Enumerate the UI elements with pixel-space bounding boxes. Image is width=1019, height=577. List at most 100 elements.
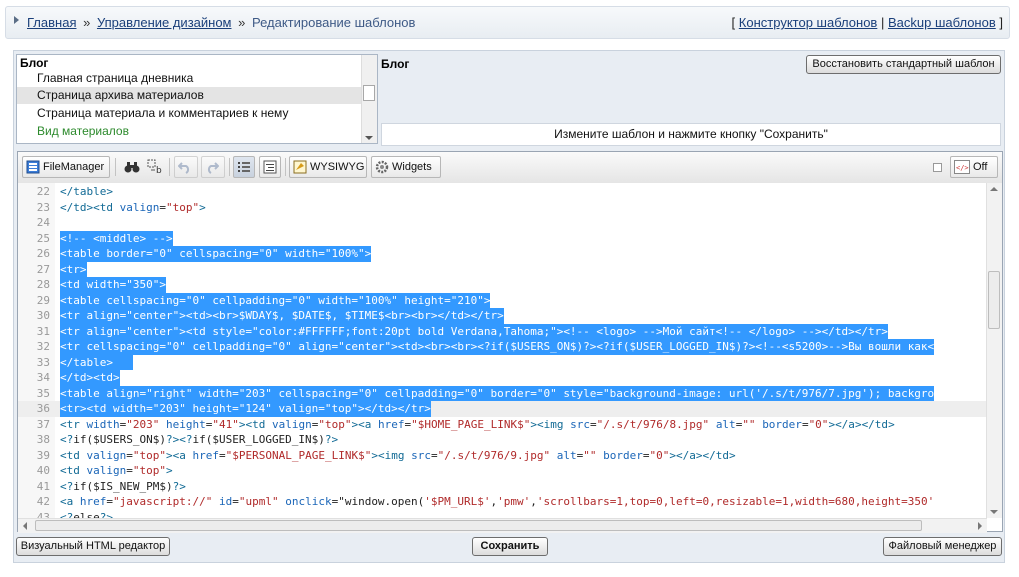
code-line[interactable]: 29 <table cellspacing="0" cellpadding="0"… bbox=[18, 292, 986, 308]
top-links: [ Конструктор шаблонов | Backup шаблонов… bbox=[732, 15, 1003, 30]
code-line[interactable]: 36 <tr><td width="203" height="124" valig… bbox=[18, 401, 986, 417]
template-option-selected[interactable]: Страница архива материалов bbox=[17, 87, 363, 104]
line-number: 36 bbox=[36, 402, 50, 415]
line-number: 32 bbox=[36, 340, 50, 353]
template-option[interactable]: Вид материалов bbox=[17, 123, 363, 140]
save-button[interactable]: Сохранить bbox=[472, 537, 548, 556]
editor-horizontal-scrollbar[interactable] bbox=[18, 518, 987, 533]
code-text: <td width="350"> bbox=[60, 277, 166, 293]
line-number: 31 bbox=[36, 324, 50, 338]
code-text: <?if($IS_NEW_PM$)?> bbox=[60, 479, 186, 493]
scroll-left-arrow-icon[interactable] bbox=[23, 522, 27, 530]
code-line[interactable]: 28 <td width="350"> bbox=[18, 277, 986, 293]
wysiwyg-button[interactable]: WYSIWYG bbox=[289, 156, 367, 178]
code-area[interactable]: 22 </table> 23 </td><td valign="top"> 24 25 <!… bbox=[18, 183, 987, 518]
toolbar-divider bbox=[285, 158, 286, 176]
line-number: 23 bbox=[36, 200, 50, 214]
template-option[interactable]: Страница материала и комментариев к нему bbox=[17, 105, 363, 122]
vertical-scroll-thumb[interactable] bbox=[988, 271, 1000, 329]
code-line[interactable]: 23 </td><td valign="top"> bbox=[18, 200, 986, 216]
code-text: <?if($USERS_ON$)?><?if($USER_LOGGED_IN$)… bbox=[60, 433, 339, 446]
scroll-right-arrow-icon[interactable] bbox=[978, 522, 982, 530]
code-line[interactable]: 24 bbox=[18, 215, 986, 231]
bracket-open: [ bbox=[731, 15, 736, 30]
code-line[interactable]: 32 <tr cellspacing="0" cellpadding="0" al… bbox=[18, 339, 986, 355]
code-line[interactable]: 37 <tr width="203" height="41"><td valign… bbox=[18, 417, 986, 433]
line-number: 29 bbox=[36, 293, 50, 307]
code-text: <tr align="center"><td><br>$WDAY$, $DATE… bbox=[60, 308, 504, 324]
toolbar-divider bbox=[115, 158, 116, 176]
replace-tool-button[interactable]: b bbox=[143, 156, 165, 178]
listbox-scrollbar[interactable] bbox=[361, 55, 377, 143]
horizontal-scroll-thumb[interactable] bbox=[35, 520, 922, 531]
scroll-down-arrow-icon[interactable] bbox=[990, 510, 998, 514]
visual-html-editor-button[interactable]: Визуальный HTML редактор bbox=[16, 537, 170, 556]
code-line[interactable]: 43 <?else?> bbox=[18, 510, 986, 519]
code-line[interactable]: 39 <td valign="top"><a href="$PERSONAL_PA… bbox=[18, 448, 986, 464]
line-number: 30 bbox=[36, 309, 50, 322]
code-text: <table border="0" cellspacing="0" width=… bbox=[60, 246, 372, 262]
search-tool-button[interactable] bbox=[120, 156, 140, 178]
indent-icon bbox=[263, 160, 277, 174]
code-line[interactable]: 35 <table align="right" width="203" cells… bbox=[18, 385, 986, 401]
wysiwyg-icon bbox=[293, 160, 307, 174]
template-listbox[interactable]: Блог Главная страница дневника Страница … bbox=[16, 54, 378, 144]
line-number: 35 bbox=[36, 386, 50, 400]
line-number: 24 bbox=[36, 216, 50, 229]
line-number: 43 bbox=[36, 510, 50, 519]
code-text: </td><td valign="top"> bbox=[60, 200, 206, 214]
redo-button[interactable] bbox=[201, 156, 225, 178]
code-text: <!-- <middle> --> bbox=[60, 230, 173, 246]
code-line[interactable]: 31 <tr align="center"><td style="color:#F… bbox=[18, 323, 986, 339]
wrap-toggle[interactable] bbox=[259, 156, 281, 178]
code-text: </table> bbox=[60, 354, 133, 370]
breadcrumb: Главная » Управление дизайном » Редактир… bbox=[27, 15, 415, 30]
template-group-label: Блог bbox=[20, 56, 49, 70]
line-number: 26 bbox=[36, 247, 50, 260]
line-numbers-icon bbox=[238, 162, 250, 173]
undo-button[interactable] bbox=[174, 156, 198, 178]
code-line[interactable]: 40 <td valign="top"> bbox=[18, 463, 986, 479]
editor-vertical-scrollbar[interactable] bbox=[986, 183, 1002, 518]
code-line[interactable]: 30 <tr align="center"><td><br>$WDAY$, $DA… bbox=[18, 308, 986, 324]
breadcrumb-design-link[interactable]: Управление дизайном bbox=[97, 15, 232, 30]
off-label: Off bbox=[973, 161, 988, 173]
line-numbers-toggle[interactable] bbox=[233, 156, 255, 178]
code-editor: FileManager b WYSIWYG Widgets </> Off 22… bbox=[17, 151, 1003, 533]
template-constructor-link[interactable]: Конструктор шаблонов bbox=[739, 15, 878, 30]
code-text: <a href="javascript://" id="upml" onclic… bbox=[60, 495, 935, 508]
code-line[interactable]: 27 <tr> bbox=[18, 261, 986, 277]
line-number: 33 bbox=[36, 355, 50, 369]
code-line[interactable]: 25 <!-- <middle> --> bbox=[18, 230, 986, 246]
file-manager-icon bbox=[26, 160, 40, 174]
scroll-up-arrow-icon[interactable] bbox=[990, 187, 998, 191]
line-number: 42 bbox=[36, 495, 50, 508]
code-line[interactable]: 33 </table> bbox=[18, 354, 986, 370]
gear-icon bbox=[375, 160, 389, 174]
code-line[interactable]: 42 <a href="javascript://" id="upml" oncl… bbox=[18, 494, 986, 510]
line-number: 34 bbox=[36, 371, 50, 384]
widgets-button[interactable]: Widgets bbox=[371, 156, 441, 178]
restore-default-template-button[interactable]: Восстановить стандартный шаблон bbox=[806, 55, 1001, 74]
redo-icon bbox=[207, 162, 219, 174]
backup-templates-link[interactable]: Backup шаблонов bbox=[888, 15, 996, 30]
code-text: <tr> bbox=[60, 261, 87, 277]
listbox-scroll-thumb[interactable] bbox=[363, 85, 375, 101]
scroll-down-arrow-icon[interactable] bbox=[365, 136, 373, 140]
file-manager-tool-button[interactable]: FileManager bbox=[22, 156, 110, 178]
code-line[interactable]: 26 <table border="0" cellspacing="0" widt… bbox=[18, 246, 986, 262]
line-number: 28 bbox=[36, 278, 50, 291]
syntax-off-button[interactable]: </> Off bbox=[950, 156, 998, 178]
toolbar-divider bbox=[169, 158, 170, 176]
line-number: 37 bbox=[36, 417, 50, 431]
code-text: <table align="right" width="203" cellspa… bbox=[60, 385, 935, 401]
breadcrumb-home-link[interactable]: Главная bbox=[27, 15, 76, 30]
file-manager-button[interactable]: Файловый менеджер bbox=[883, 537, 1002, 556]
code-line[interactable]: 41 <?if($IS_NEW_PM$)?> bbox=[18, 479, 986, 495]
line-number: 25 bbox=[36, 231, 50, 245]
code-line[interactable]: 38 <?if($USERS_ON$)?><?if($USER_LOGGED_IN… bbox=[18, 432, 986, 448]
template-option[interactable]: Главная страница дневника bbox=[17, 70, 363, 87]
highlight-checkbox[interactable] bbox=[933, 163, 942, 172]
code-line[interactable]: 34 </td><td> bbox=[18, 370, 986, 386]
code-line[interactable]: 22 </table> bbox=[18, 184, 986, 200]
